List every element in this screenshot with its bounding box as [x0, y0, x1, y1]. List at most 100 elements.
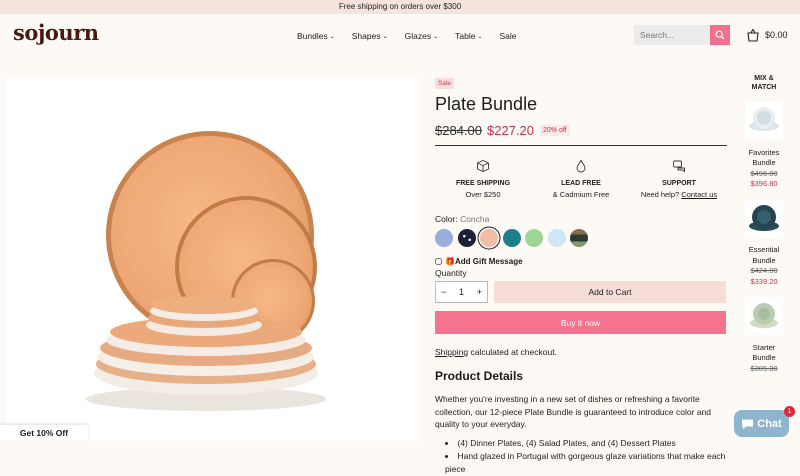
increase-quantity-button[interactable]: + [477, 287, 482, 297]
item-old-price: $424.00 [750, 266, 778, 275]
mix-match-title: MIX & MATCH [751, 75, 777, 91]
starter-bundle-thumbnail [745, 297, 783, 335]
feature-lead-free: LEAD FREE & Cadmium Free [533, 159, 629, 200]
nav-item-shapes[interactable]: Shapes ⌄ [352, 31, 388, 41]
bag-icon [747, 28, 759, 42]
feature-heading: FREE SHIPPING [455, 180, 511, 187]
plates-photo [86, 131, 326, 411]
swatch-mint[interactable] [525, 229, 543, 247]
list-item: (4) Dinner Plates, (4) Salad Plates, and… [445, 437, 727, 450]
nav-item-bundles[interactable]: Bundles ⌄ [297, 31, 335, 41]
swatch-concha[interactable] [480, 229, 498, 247]
drop-icon [576, 159, 586, 173]
nav-item-table[interactable]: Table ⌄ [455, 31, 482, 41]
shipping-link[interactable]: Shipping [435, 347, 468, 357]
feature-support: SUPPORT Need help? Contact us [631, 159, 727, 200]
chevron-down-icon: ⌄ [382, 33, 388, 40]
feature-text: & Cadmium Free [552, 190, 610, 199]
discount-badge: 20% off [540, 125, 570, 136]
chevron-down-icon: ⌄ [329, 33, 335, 40]
essential-bundle-thumbnail [745, 199, 783, 238]
buy-now-button[interactable]: Buy it now [435, 311, 726, 334]
mix-match-sidebar: MIX & MATCH Favorites Bundle $496.00 $39… [742, 74, 786, 374]
sale-badge: Sale [435, 78, 455, 89]
quantity-value[interactable]: 1 [459, 287, 464, 297]
product-details: Sale Plate Bundle $284.00 $227.20 20% of… [435, 72, 727, 476]
gift-icon: 🎁 [445, 257, 455, 266]
nav-item-sale[interactable]: Sale [499, 31, 516, 41]
shipping-note: Shipping calculated at checkout. [435, 347, 727, 357]
gift-message-checkbox[interactable] [435, 258, 442, 265]
item-old-price: $496.00 [750, 168, 778, 178]
nav-item-glazes[interactable]: Glazes ⌄ [405, 31, 439, 41]
nav-label: Shapes [351, 31, 381, 41]
purchase-row: − 1 + Add to Cart [435, 281, 727, 303]
search-button[interactable] [710, 25, 730, 45]
feature-free-shipping: FREE SHIPPING Over $250 [435, 159, 531, 200]
product-description: Whether you're investing in a new set of… [435, 394, 711, 429]
mix-match-item-favorites[interactable]: Favorites Bundle $496.00 $396.80 [742, 102, 786, 190]
chat-notification-badge: 1 [784, 406, 795, 417]
price-row: $284.00 $227.20 20% off [435, 123, 727, 146]
original-price: $284.00 [435, 123, 482, 138]
mix-match-item-essential[interactable]: Essential Bundle $424.00 $339.20 [742, 199, 786, 288]
feature-text: Over $250 [465, 190, 501, 199]
chat-button[interactable]: Chat [734, 410, 789, 437]
feature-heading: LEAD FREE [561, 180, 601, 187]
contact-us-link[interactable]: Contact us [681, 190, 717, 199]
cart-total: $0.00 [765, 30, 788, 40]
sale-price: $227.20 [487, 123, 534, 138]
main-nav: Bundles ⌄ Shapes ⌄ Glazes ⌄ Table ⌄ Sale [297, 31, 534, 41]
item-new-price: $396.80 [750, 179, 778, 188]
chevron-down-icon: ⌄ [477, 33, 483, 40]
search-input[interactable] [634, 25, 710, 45]
color-swatches [435, 229, 727, 247]
gift-message-label: Add Gift Message [454, 257, 523, 266]
decrease-quantity-button[interactable]: − [441, 287, 446, 297]
nav-label: Glazes [404, 31, 432, 41]
support-text: Need help? [640, 190, 680, 199]
item-name: Favorites Bundle [748, 147, 780, 168]
discount-popup-tab[interactable]: Get 10% Off [0, 425, 88, 441]
feature-list: FREE SHIPPING Over $250 LEAD FREE & Cadm… [435, 159, 727, 200]
mix-match-item-starter[interactable]: Starter Bundle $305.00 [742, 297, 786, 374]
color-label-text: Color: [435, 214, 458, 224]
gift-message-option[interactable]: 🎁 Add Gift Message [435, 257, 727, 266]
item-name: Starter Bundle [752, 342, 776, 363]
product-details-heading: Product Details [435, 369, 524, 383]
cart-button[interactable]: $0.00 [746, 28, 788, 42]
color-label: Color: Concha [435, 214, 727, 224]
box-icon [477, 160, 489, 172]
quantity-stepper: − 1 + [435, 281, 488, 303]
nav-label: Sale [499, 31, 517, 41]
feature-heading: SUPPORT [662, 180, 696, 187]
product-image[interactable] [6, 77, 418, 441]
list-item: Hand glazed in Portugal with gorgeous gl… [445, 450, 727, 476]
favorites-bundle-thumbnail [745, 102, 783, 140]
product-details-list: (4) Dinner Plates, (4) Salad Plates, and… [445, 437, 727, 476]
swatch-speckled-navy[interactable] [457, 229, 476, 247]
swatch-blue-lavender[interactable] [435, 229, 453, 247]
swatch-earth[interactable] [570, 229, 588, 247]
quantity-label: Quantity [435, 268, 467, 278]
chat-icon [742, 419, 754, 429]
chat-label: Chat [757, 417, 782, 430]
item-new-price: $339.20 [750, 276, 778, 286]
feature-text: Need help? Contact us [631, 189, 727, 200]
announcement-bar: Free shipping on orders over $300 [0, 0, 800, 14]
site-header: sojourn Bundles ⌄ Shapes ⌄ Glazes ⌄ Table ⌄ … [0, 14, 800, 58]
swatch-sky[interactable] [547, 229, 566, 247]
swatch-teal[interactable] [502, 229, 521, 247]
color-value: Concha [460, 214, 490, 224]
support-icon [673, 160, 685, 173]
nav-label: Bundles [297, 31, 328, 41]
item-old-price: $305.00 [750, 363, 778, 373]
product-title: Plate Bundle [435, 94, 538, 114]
search-box [634, 25, 730, 45]
brand-logo[interactable]: sojourn [13, 20, 99, 45]
chevron-down-icon: ⌄ [433, 33, 439, 40]
search-icon [715, 30, 725, 40]
nav-label: Table [455, 31, 476, 41]
item-name: Essential Bundle [748, 245, 780, 265]
add-to-cart-button[interactable]: Add to Cart [494, 281, 726, 303]
